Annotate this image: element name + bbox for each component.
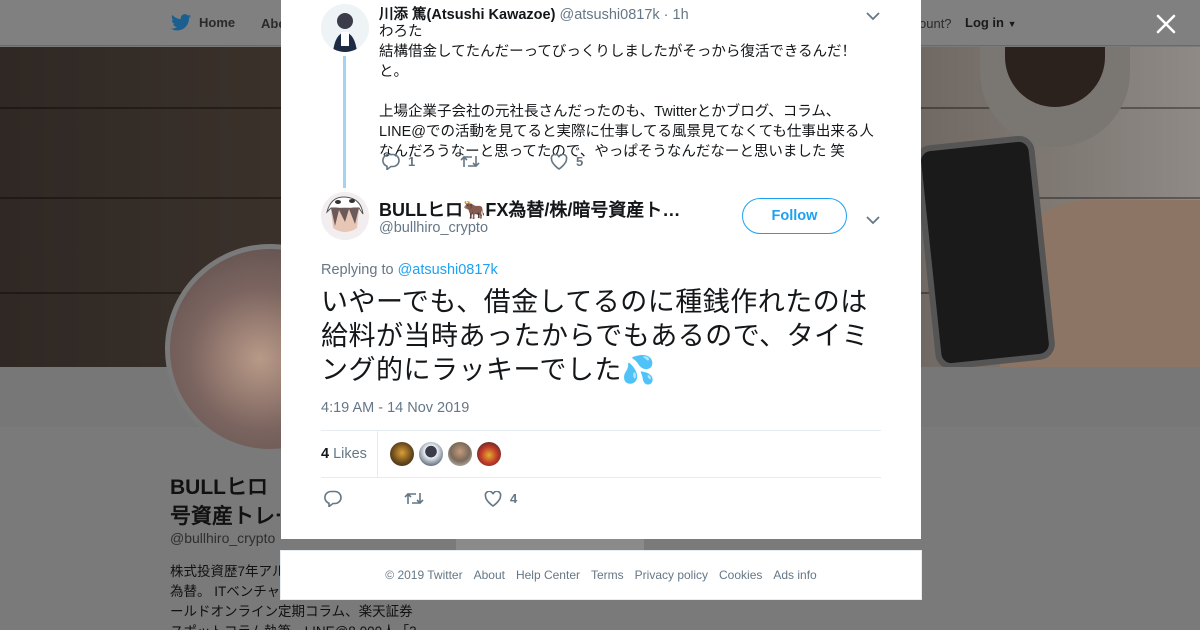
- parent-tweet-actions: 1 5: [382, 153, 583, 170]
- main-tweet-avatar[interactable]: [321, 192, 369, 240]
- parent-tweet-menu[interactable]: [866, 8, 880, 21]
- chevron-down-icon: [866, 12, 880, 21]
- close-icon: [1156, 14, 1176, 34]
- heart-icon: [550, 153, 568, 170]
- main-tweet-actions: 4: [324, 490, 517, 507]
- parent-tweet-text: わろた 結構借金してたんだーってびっくりしましたがそっから復活できるんだ！と。 …: [379, 24, 874, 160]
- phone-image: [913, 134, 1057, 371]
- avatar-image: [321, 4, 369, 52]
- likers-avatars: [389, 442, 501, 466]
- like-button[interactable]: 5: [550, 153, 584, 170]
- parent-tweet-header: 川添 篤(Atsushi Kawazoe) @atsushi0817k · 1h: [379, 7, 689, 23]
- likes-count-number: 4: [321, 446, 330, 462]
- parent-tweet-name[interactable]: 川添 篤(Atsushi Kawazoe): [379, 7, 555, 23]
- likes-row: 4 Likes: [321, 431, 881, 477]
- nav-home[interactable]: Home: [171, 14, 235, 31]
- parent-tweet-time[interactable]: 1h: [673, 7, 689, 23]
- main-tweet-text: いやーでも、借金してるのに種銭作れたのは給料が当時あったからでもあるので、タイミ…: [321, 287, 870, 385]
- replying-to: Replying to @atsushi0817k: [321, 262, 498, 278]
- parent-tweet-handle[interactable]: @atsushi0817k: [559, 7, 659, 23]
- parent-tweet-avatar[interactable]: [321, 4, 369, 52]
- liker-avatar[interactable]: [389, 442, 414, 466]
- footer: © 2019 Twitter About Help Center Terms P…: [280, 550, 922, 600]
- footer-link-about[interactable]: About: [474, 568, 505, 582]
- footer-link-cookies[interactable]: Cookies: [719, 568, 762, 582]
- reply-icon: [382, 153, 400, 170]
- login-button[interactable]: Log in ▼: [965, 15, 1017, 30]
- profile-name-line2: 号資産トレー: [170, 505, 280, 528]
- like-count: 4: [510, 491, 518, 506]
- retweet-icon: [404, 492, 424, 505]
- footer-link-privacy[interactable]: Privacy policy: [635, 568, 708, 582]
- profile-handle[interactable]: @bullhiro_crypto: [170, 530, 275, 546]
- main-tweet-handle[interactable]: @bullhiro_crypto: [379, 220, 488, 236]
- footer-link-ads-info[interactable]: Ads info: [773, 568, 816, 582]
- likes-label: Likes: [333, 446, 367, 462]
- footer-link-terms[interactable]: Terms: [591, 568, 624, 582]
- footer-copyright: © 2019 Twitter: [385, 568, 463, 582]
- profile-name-line1: BULLヒロ: [170, 476, 268, 499]
- follow-button[interactable]: Follow: [742, 198, 847, 234]
- retweet-button[interactable]: [460, 154, 550, 169]
- heart-icon: [484, 490, 502, 507]
- liker-avatar[interactable]: [418, 442, 443, 466]
- login-label: Log in: [965, 15, 1004, 30]
- main-tweet-menu[interactable]: [866, 212, 880, 225]
- main-tweet-timestamp[interactable]: 4:19 AM - 14 Nov 2019: [321, 400, 469, 416]
- avatar-image: [321, 192, 369, 240]
- nav-home-label: Home: [199, 15, 236, 30]
- twitter-bird-icon: [171, 14, 191, 31]
- retweet-button[interactable]: [404, 491, 484, 506]
- reply-button[interactable]: [324, 490, 404, 507]
- like-button[interactable]: 4: [484, 490, 518, 507]
- reply-button[interactable]: 1: [382, 153, 460, 170]
- retweet-icon: [460, 155, 480, 168]
- reply-count: 1: [408, 154, 416, 169]
- footer-link-help-center[interactable]: Help Center: [516, 568, 580, 582]
- caret-down-icon: ▼: [1007, 19, 1017, 29]
- liker-avatar[interactable]: [447, 442, 472, 466]
- replying-prefix: Replying to: [321, 262, 394, 278]
- like-count: 5: [576, 154, 584, 169]
- replying-to-link[interactable]: @atsushi0817k: [398, 262, 498, 278]
- main-tweet-name[interactable]: BULLヒロ🐂FX為替/株/暗号資産ト…: [379, 196, 680, 222]
- chevron-down-icon: [866, 216, 880, 225]
- reply-icon: [324, 490, 342, 507]
- likes-stat[interactable]: 4 Likes: [321, 431, 378, 477]
- thread-connector-line: [343, 56, 346, 188]
- divider: [321, 477, 881, 478]
- tweet-permalink-modal: 川添 篤(Atsushi Kawazoe) @atsushi0817k · 1h…: [281, 0, 921, 539]
- close-modal-button[interactable]: [1152, 10, 1180, 38]
- liker-avatar[interactable]: [476, 442, 501, 466]
